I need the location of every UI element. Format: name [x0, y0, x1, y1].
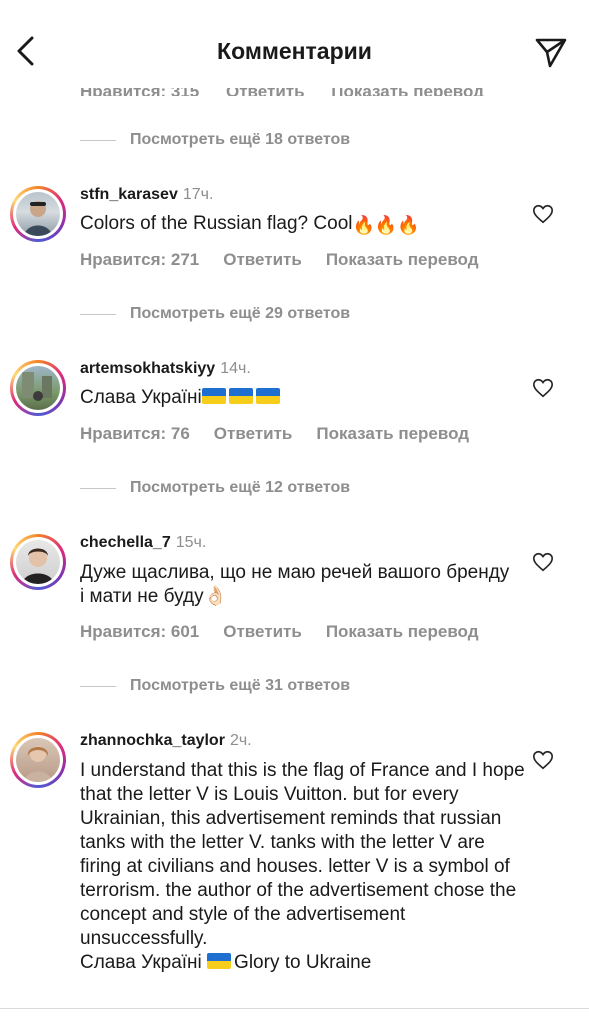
- comment-time: 14ч.: [220, 360, 251, 377]
- ukraine-flag-icon: [255, 388, 280, 404]
- heart-icon[interactable]: [532, 377, 554, 399]
- bottom-divider: [0, 1008, 589, 1009]
- share-button[interactable]: [533, 34, 569, 70]
- comment-actions: Нравится: 76 Ответить Показать перевод: [80, 424, 493, 444]
- comment-username[interactable]: artemsokhatskiyy: [80, 360, 215, 377]
- heart-icon[interactable]: [532, 203, 554, 225]
- reply-link[interactable]: Ответить: [223, 250, 302, 269]
- ukraine-flag-icon: [207, 953, 232, 969]
- divider: [80, 139, 116, 141]
- likes-count[interactable]: Нравится: 601: [80, 622, 199, 641]
- avatar[interactable]: [10, 186, 66, 242]
- view-replies-label: Посмотреть ещё 18 ответов: [130, 131, 351, 148]
- view-replies-button[interactable]: Посмотреть ещё 12 ответов: [80, 476, 350, 500]
- heart-icon[interactable]: [532, 551, 554, 573]
- heart-icon[interactable]: [532, 749, 554, 771]
- ukraine-flag-icon: [201, 388, 226, 404]
- view-replies-label: Посмотреть ещё 12 ответов: [130, 479, 351, 496]
- comment-username[interactable]: chechella_7: [80, 534, 171, 551]
- header-bar: Комментарии: [0, 0, 589, 88]
- comment-text-ending-2: Glory to Ukraine: [234, 952, 372, 973]
- avatar[interactable]: [10, 534, 66, 590]
- view-replies-button[interactable]: Посмотреть ещё 31 ответов: [80, 674, 350, 698]
- comment-text: I understand that this is the flag of Fr…: [80, 760, 525, 949]
- comment-text-ending: Слава Україні: [80, 952, 208, 973]
- paper-plane-icon: [535, 38, 567, 68]
- comment-text-block: Дуже щаслива, що не маю речей вашого бре…: [80, 561, 510, 609]
- comment-time: 15ч.: [175, 534, 207, 551]
- reply-link[interactable]: Ответить: [223, 622, 302, 641]
- avatar[interactable]: [10, 360, 66, 416]
- comment-actions: Нравится: 601 Ответить Показать перевод: [80, 622, 503, 642]
- divider: [80, 313, 116, 315]
- view-replies-label: Посмотреть ещё 31 ответов: [130, 677, 351, 694]
- ukraine-flag-icon: [228, 388, 253, 404]
- comment-text-block: Слава Україні: [80, 386, 520, 410]
- comment-time: 2ч.: [229, 732, 252, 749]
- divider: [80, 685, 116, 687]
- likes-count[interactable]: Нравится: 76: [80, 424, 190, 443]
- comment-time: 17ч.: [182, 186, 214, 203]
- divider: [80, 487, 116, 489]
- fire-emoji: 🔥🔥🔥: [352, 215, 420, 235]
- ok-hand-emoji: 👌🏻: [203, 586, 228, 607]
- likes-count[interactable]: Нравится: 271: [80, 250, 199, 269]
- view-replies-button[interactable]: Посмотреть ещё 18 ответов: [80, 128, 350, 152]
- view-replies-label: Посмотреть ещё 29 ответов: [130, 305, 351, 322]
- reply-link[interactable]: Ответить: [214, 424, 293, 443]
- translate-link[interactable]: Показать перевод: [316, 424, 469, 443]
- comment-username[interactable]: zhannochka_taylor: [80, 732, 225, 749]
- comment-text: Слава Україні: [80, 387, 202, 408]
- avatar[interactable]: [10, 732, 66, 788]
- comment-text-block: Colors of the Russian flag? Cool🔥🔥🔥: [80, 212, 520, 237]
- comment-text: Colors of the Russian flag? Cool: [80, 213, 353, 234]
- comment-text: Дуже щаслива, що не маю речей вашого бре…: [80, 562, 510, 607]
- translate-link[interactable]: Показать перевод: [326, 622, 479, 641]
- comment-actions: Нравится: 271 Ответить Показать перевод: [80, 250, 503, 270]
- translate-link[interactable]: Показать перевод: [326, 250, 479, 269]
- view-replies-button[interactable]: Посмотреть ещё 29 ответов: [80, 302, 350, 326]
- page-title: Комментарии: [217, 38, 372, 64]
- comment-text-block: I understand that this is the flag of Fr…: [80, 759, 525, 975]
- comment-username[interactable]: stfn_karasev: [80, 186, 178, 203]
